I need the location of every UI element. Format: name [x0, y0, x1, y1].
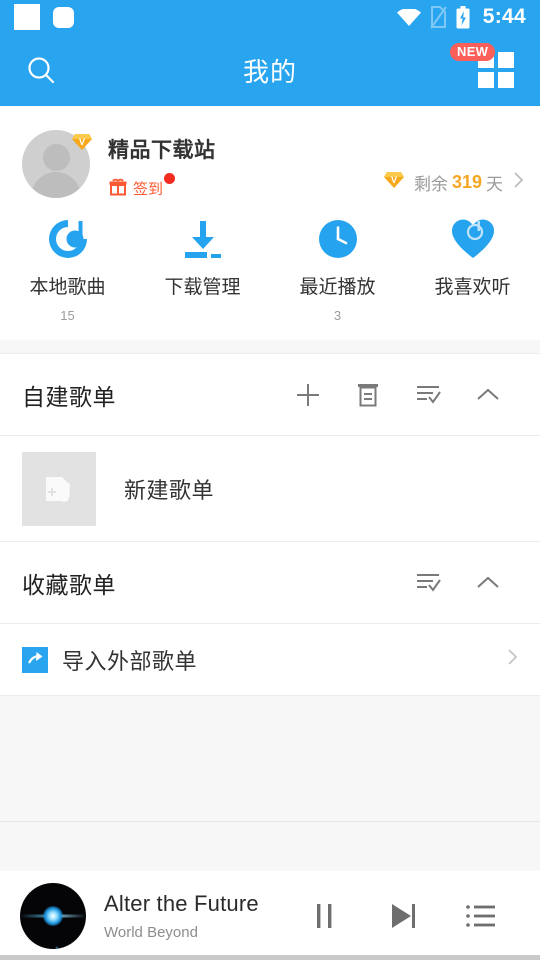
vip-days-count: 319 [451, 172, 482, 192]
quick-actions: 本地歌曲 15 下载管理 最近播放 3 我喜欢听 [0, 201, 540, 340]
chevron-right-icon [513, 171, 524, 194]
track-artist: World Beyond [104, 923, 198, 941]
sort-check-icon[interactable] [398, 560, 458, 606]
sort-check-icon[interactable] [398, 372, 458, 418]
status-bar-right: 5:44 [396, 5, 526, 29]
app-screen: 5:44 我的 NEW V 精品下载站 签到 V 剩余 319 天 本地歌曲 1… [0, 0, 540, 960]
quick-action-label: 最近播放 [299, 277, 376, 298]
playlist-queue-icon[interactable] [442, 886, 520, 946]
sim-card-off-icon [429, 5, 447, 29]
quick-action-recent-played[interactable]: 最近播放 3 [270, 215, 405, 324]
quick-action-label: 我喜欢听 [434, 277, 511, 298]
clock-icon [314, 215, 362, 263]
vip-days-button[interactable]: V 剩余 319 天 [383, 170, 524, 195]
section-title: 自建歌单 [22, 383, 116, 410]
section-header-created-playlists: 自建歌单 [0, 354, 540, 436]
player-track-info[interactable]: Alter the Future World Beyond [104, 891, 259, 941]
status-bar: 5:44 [0, 0, 540, 34]
section-actions [398, 560, 518, 606]
svg-text:V: V [391, 175, 397, 185]
username[interactable]: 精品下载站 [108, 134, 216, 164]
section-spacer [0, 340, 540, 354]
chevron-right-icon [507, 648, 518, 671]
import-playlist-row[interactable]: 导入外部歌单 [0, 624, 540, 696]
svg-text:V: V [79, 137, 85, 147]
signin-button[interactable]: 签到 [108, 173, 216, 201]
app-bar: 我的 NEW [0, 34, 540, 106]
next-track-icon[interactable] [364, 886, 442, 946]
section-actions [278, 372, 518, 418]
local-music-icon [44, 215, 92, 263]
status-bar-clock: 5:44 [482, 5, 526, 28]
quick-action-count: 3 [333, 308, 342, 323]
track-title: Alter the Future [104, 890, 259, 916]
album-art-thumbnail[interactable] [20, 882, 86, 949]
quick-action-label: 下载管理 [164, 277, 241, 298]
playback-progress-bar[interactable] [0, 955, 540, 960]
vip-diamond-icon: V [383, 170, 405, 195]
section-title: 收藏歌单 [22, 571, 116, 598]
quick-action-label: 本地歌曲 [29, 277, 106, 298]
search-icon[interactable] [18, 47, 64, 93]
add-playlist-icon [22, 451, 96, 526]
vip-badge-icon: V [71, 132, 93, 152]
notification-square-icon [14, 4, 40, 30]
avatar[interactable]: V [22, 130, 93, 198]
create-playlist-label: 新建歌单 [124, 477, 215, 503]
chevron-up-icon[interactable] [458, 372, 518, 418]
pause-icon[interactable] [286, 886, 364, 946]
battery-charging-icon [456, 5, 470, 29]
vip-days-prefix: 剩余 [413, 175, 448, 194]
mini-player: Alter the Future World Beyond [0, 871, 540, 960]
vip-days-suffix: 天 [486, 175, 503, 194]
profile-text: 精品下载站 签到 [108, 130, 216, 201]
trash-icon[interactable] [338, 372, 398, 418]
wifi-icon [396, 8, 421, 26]
quick-action-favorites[interactable]: 我喜欢听 [405, 215, 540, 324]
create-playlist-row[interactable]: 新建歌单 [0, 436, 540, 542]
profile-header: V 精品下载站 签到 V 剩余 319 天 [0, 106, 540, 201]
unread-dot-badge [164, 173, 176, 184]
gift-icon [108, 176, 128, 201]
chevron-up-icon[interactable] [458, 560, 518, 606]
plus-icon[interactable] [278, 372, 338, 418]
empty-area [0, 696, 540, 822]
profile-card: V 精品下载站 签到 V 剩余 319 天 本地歌曲 15 下载管理 最近播放 … [0, 106, 540, 340]
import-playlist-label: 导入外部歌单 [62, 648, 198, 674]
new-badge: NEW [450, 43, 496, 61]
notification-square-rounded-icon [53, 6, 74, 28]
signin-label: 签到 [133, 181, 164, 198]
grid-menu-button[interactable]: NEW [450, 43, 522, 93]
quick-action-count: 15 [60, 308, 75, 323]
import-arrow-icon [22, 646, 48, 673]
download-icon [179, 215, 227, 263]
quick-action-local-songs[interactable]: 本地歌曲 15 [0, 215, 135, 324]
quick-action-download-manager[interactable]: 下载管理 [135, 215, 270, 324]
player-controls [286, 886, 520, 946]
section-header-favorite-playlists: 收藏歌单 [0, 542, 540, 624]
heart-icon [449, 215, 497, 263]
